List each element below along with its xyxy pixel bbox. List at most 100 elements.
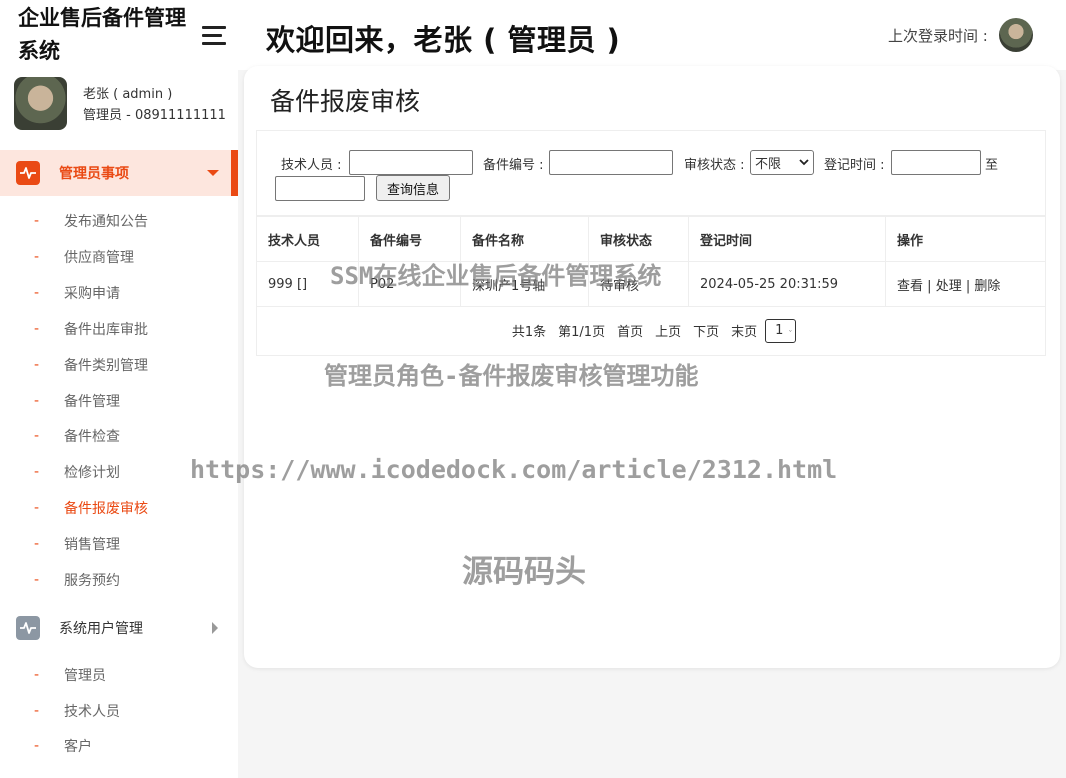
sidebar-item-dash: -	[34, 572, 40, 588]
sidebar-item-dash: -	[34, 320, 40, 337]
sidebar-group-label: 系统用户管理	[59, 621, 143, 637]
col-name: 备件名称	[460, 216, 589, 262]
pager-page-info: 第1/1页	[558, 325, 606, 340]
filter-panel: 技术人员 : 备件编号 : 审核状态 : 不限 登记时间 : 至 查询信息	[256, 130, 1046, 216]
cell-status: 待审核	[588, 261, 689, 307]
sidebar-item[interactable]: - 客户	[0, 731, 238, 761]
handle-link[interactable]: 处理	[936, 279, 962, 294]
welcome-title: 欢迎回来，老张 ( 管理员 )	[266, 23, 621, 57]
tech-label: 技术人员 :	[281, 158, 342, 173]
activity-wave-icon	[16, 616, 40, 640]
status-select-value: 不限	[755, 157, 782, 172]
sidebar-item-label: 备件出库审批	[64, 321, 148, 338]
cell-time: 2024-05-25 20:31:59	[688, 261, 886, 307]
table-row: 999 [] P02 深圳产1号轴 待审核 2024-05-25 20:31:5…	[256, 261, 1046, 307]
sidebar-item-label: 客户	[64, 739, 92, 755]
cell-tech: 999 []	[256, 261, 359, 307]
pager-next[interactable]: 下页	[693, 321, 719, 340]
sidebar-group-users[interactable]: 系统用户管理	[0, 605, 238, 651]
col-code: 备件编号	[358, 216, 461, 262]
avatar	[14, 77, 67, 130]
sidebar-item-label: 检修计划	[64, 465, 120, 482]
sidebar: 企业售后备件管理 系统 老张 ( admin ) 管理员 - 089111111…	[0, 0, 238, 778]
sidebar-group-admin[interactable]: 管理员事项	[0, 150, 238, 196]
col-status: 审核状态	[588, 216, 689, 262]
sidebar-item-dash: -	[34, 213, 40, 229]
cell-code: P02	[358, 261, 461, 307]
sidebar-item[interactable]: - 发布通知公告	[0, 206, 238, 236]
sidebar-item[interactable]: - 检修计划	[0, 457, 238, 487]
page-title: 备件报废审核	[270, 87, 421, 116]
sidebar-item-dash: -	[34, 667, 40, 683]
sidebar-group-label: 管理员事项	[59, 166, 129, 182]
app-brand: 企业售后备件管理 系统	[18, 2, 208, 68]
sidebar-item[interactable]: - 供应商管理	[0, 242, 238, 272]
sidebar-item-label: 供应商管理	[64, 249, 134, 266]
col-tech: 技术人员	[256, 216, 359, 262]
user-role: 管理员 - 08911111111	[83, 108, 226, 123]
sidebar-item[interactable]: - 管理员	[0, 660, 238, 690]
sidebar-item[interactable]: - 备件出库审批	[0, 314, 238, 344]
col-time: 登记时间	[688, 216, 886, 262]
chevron-down-icon	[799, 159, 809, 166]
sidebar-item[interactable]: - 备件检查	[0, 421, 238, 451]
activity-wave-icon	[16, 161, 40, 185]
ops-separator: |	[965, 278, 971, 294]
sidebar-item-label: 销售管理	[64, 537, 120, 554]
sidebar-item-dash: -	[34, 428, 40, 445]
sidebar-item[interactable]: - 备件管理	[0, 386, 238, 416]
pager-total: 共1条	[511, 325, 547, 340]
delete-link[interactable]: 删除	[974, 279, 1000, 294]
sidebar-item-dash: -	[34, 500, 40, 517]
chevron-down-icon	[789, 329, 793, 332]
code-input[interactable]	[549, 150, 673, 175]
brand-line-1: 企业售后备件管理	[18, 6, 186, 30]
sidebar-item-label: 采购申请	[64, 285, 120, 302]
col-ops: 操作	[885, 216, 1046, 262]
date-from-input[interactable]	[891, 150, 981, 175]
brand-line-2: 系统	[18, 39, 60, 63]
pagination: 共1条 第1/1页 首页 上页 下页 末页 1	[256, 306, 1046, 356]
sidebar-item-label: 发布通知公告	[64, 214, 148, 230]
cell-ops: 查看 | 处理 | 删除	[885, 261, 1046, 307]
sidebar-item-dash: -	[34, 536, 40, 553]
sidebar-item[interactable]: - 技术人员	[0, 696, 238, 726]
sidebar-item[interactable]: - 备件报废审核	[0, 493, 238, 523]
page-select-value: 1	[775, 323, 784, 338]
sidebar-item-label: 备件检查	[64, 429, 120, 446]
sidebar-item[interactable]: - 销售管理	[0, 529, 238, 559]
caret-right-icon	[212, 622, 218, 634]
sidebar-item-label: 管理员	[64, 668, 106, 684]
status-select[interactable]: 不限	[750, 150, 814, 175]
pager-last[interactable]: 末页	[731, 321, 757, 340]
sidebar-item-label: 备件类别管理	[64, 357, 148, 374]
sidebar-item[interactable]: - 采购申请	[0, 278, 238, 308]
sidebar-item-label: 备件报废审核	[64, 501, 148, 518]
sidebar-item-dash: -	[34, 248, 40, 265]
sidebar-item-dash: -	[34, 738, 40, 754]
date-to-input[interactable]	[275, 176, 365, 201]
sidebar-item-dash: -	[34, 284, 40, 301]
sidebar-item-label: 备件管理	[64, 393, 120, 410]
view-link[interactable]: 查看	[897, 279, 923, 294]
sidebar-item[interactable]: - 服务预约	[0, 565, 238, 595]
sidebar-item-dash: -	[34, 702, 40, 719]
sidebar-item-label: 服务预约	[64, 573, 120, 589]
sidebar-item-dash: -	[34, 356, 40, 373]
code-label: 备件编号 :	[483, 158, 544, 173]
pager-prev[interactable]: 上页	[655, 321, 681, 340]
to-label: 至	[985, 158, 999, 173]
cell-name: 深圳产1号轴	[460, 261, 589, 307]
caret-down-icon	[207, 170, 219, 176]
query-button[interactable]: 查询信息	[376, 175, 450, 201]
pager-first[interactable]: 首页	[617, 321, 643, 340]
hamburger-icon[interactable]	[202, 26, 226, 46]
sidebar-item[interactable]: - 备件类别管理	[0, 350, 238, 380]
header-avatar[interactable]	[999, 18, 1033, 52]
sidebar-item-dash: -	[34, 464, 40, 481]
page-select[interactable]: 1	[765, 318, 797, 343]
ops-separator: |	[927, 278, 932, 294]
user-name: 老张 ( admin )	[83, 87, 173, 102]
tech-input[interactable]	[349, 150, 473, 175]
last-login-label: 上次登录时间 :	[888, 27, 988, 45]
